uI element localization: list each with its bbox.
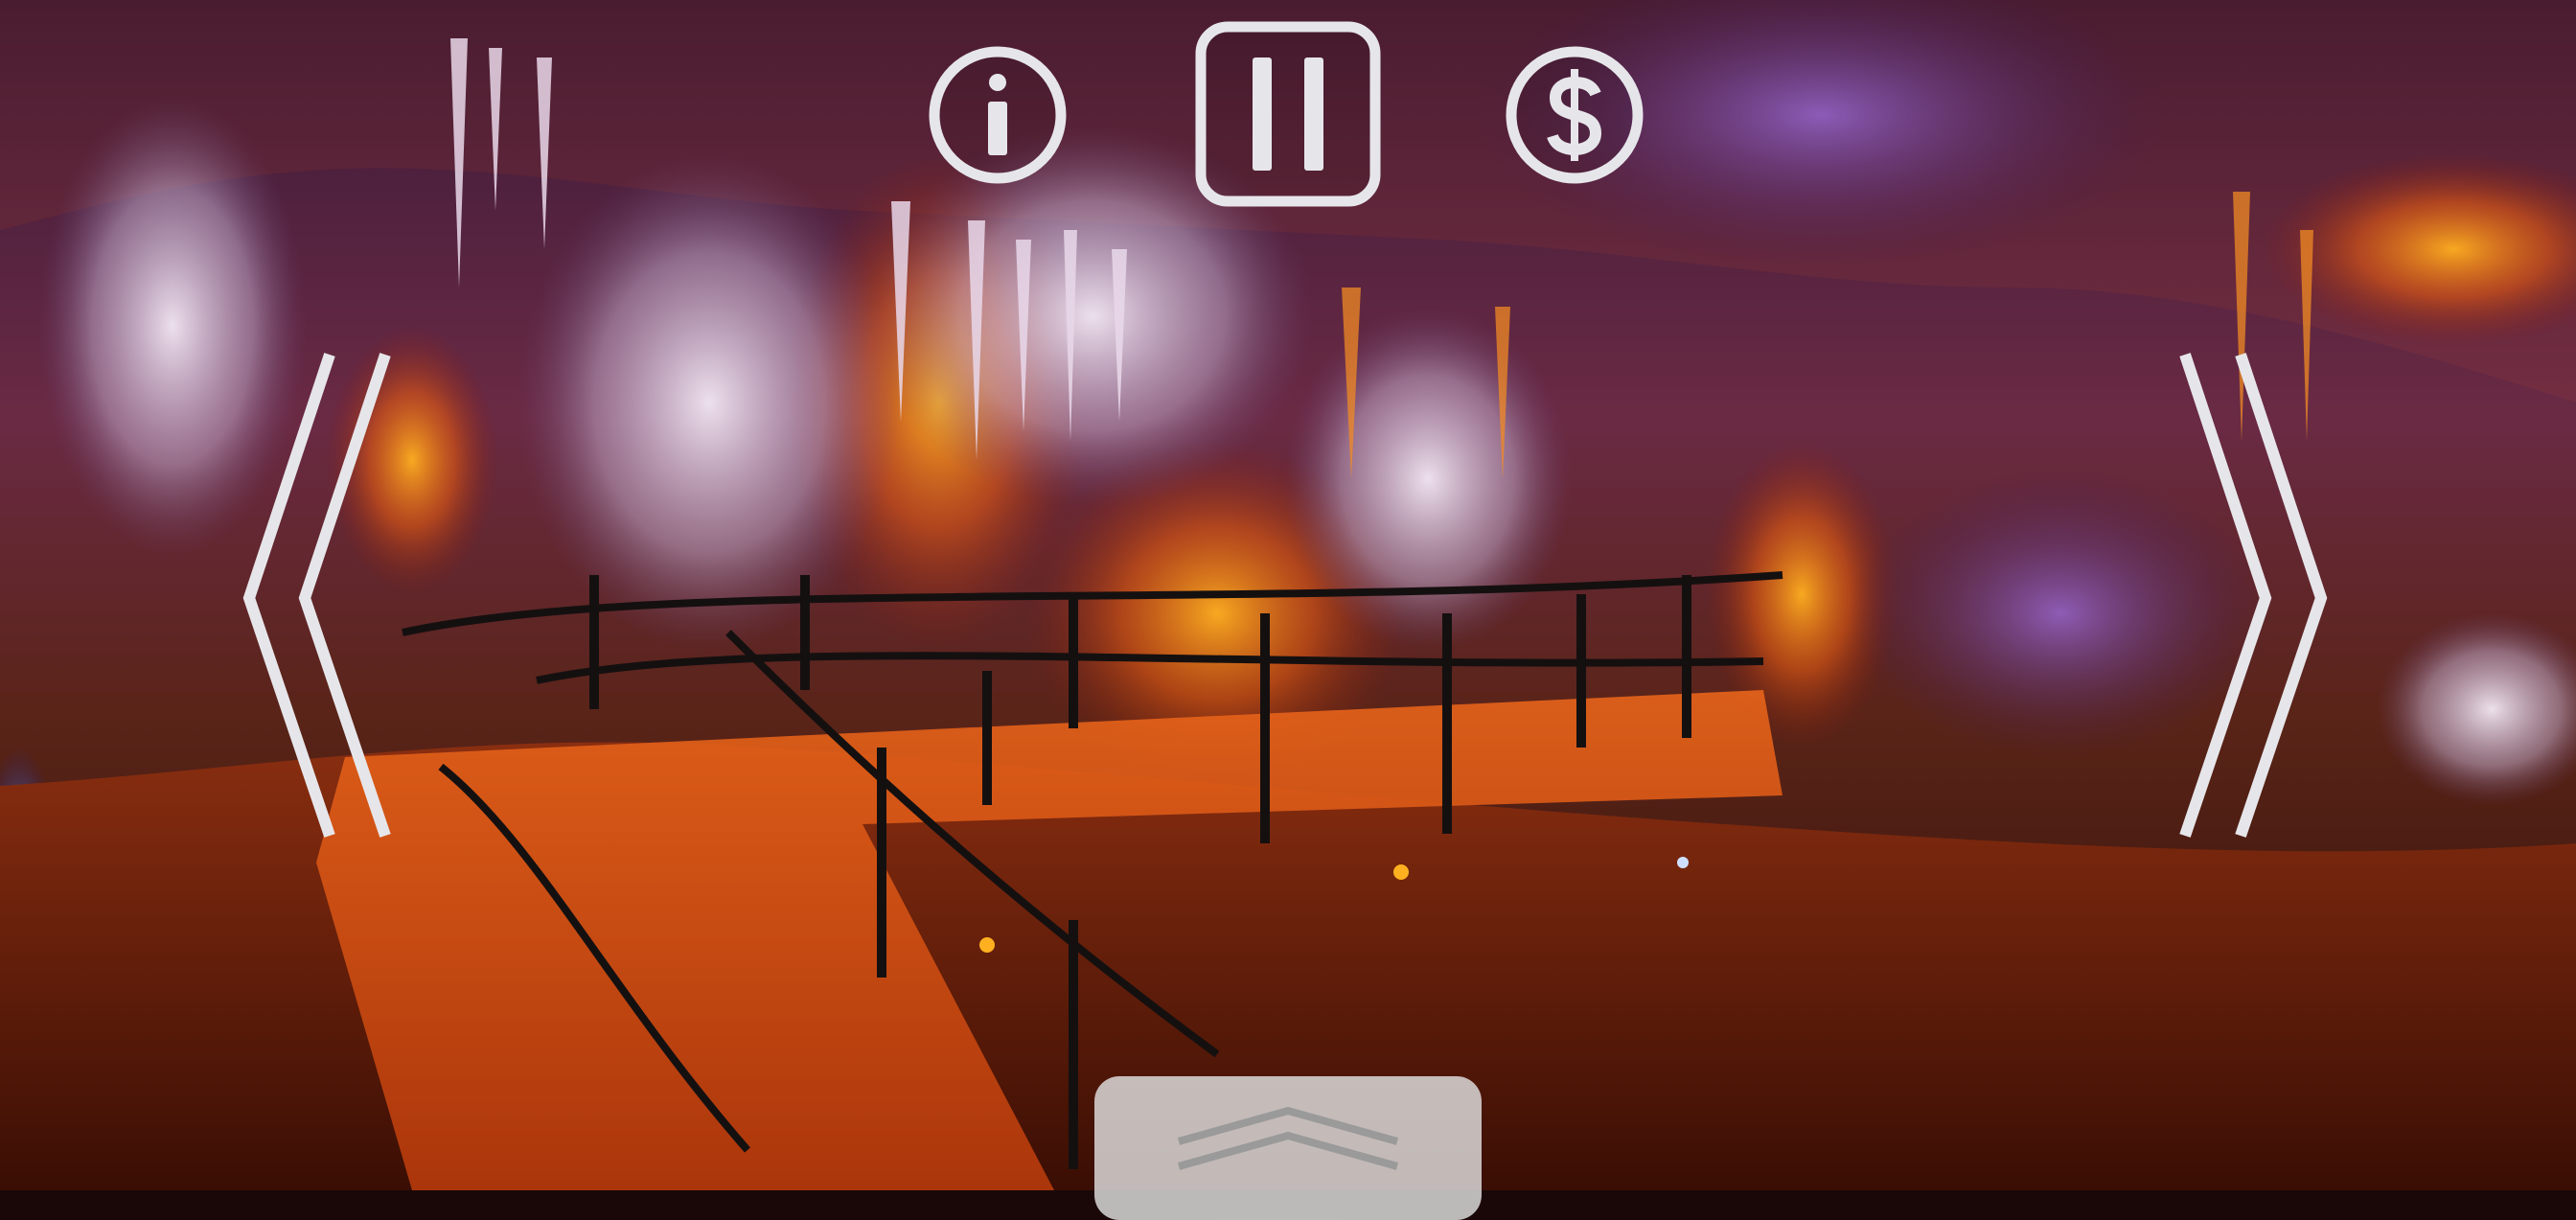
previous-button[interactable]: [242, 347, 395, 845]
double-chevron-left-icon: [242, 353, 391, 838]
next-button[interactable]: [2175, 347, 2329, 845]
chevron-right-icon: [2179, 353, 2328, 838]
info-icon: [929, 46, 1067, 184]
info-button[interactable]: [925, 42, 1070, 188]
expand-drawer-button[interactable]: [1094, 1076, 1482, 1220]
pause-icon: [1195, 21, 1381, 207]
purchase-button[interactable]: [1502, 42, 1647, 188]
pause-button[interactable]: [1193, 19, 1383, 209]
double-chevron-up-icon: [1177, 1106, 1399, 1170]
dollar-icon: [1506, 46, 1644, 184]
